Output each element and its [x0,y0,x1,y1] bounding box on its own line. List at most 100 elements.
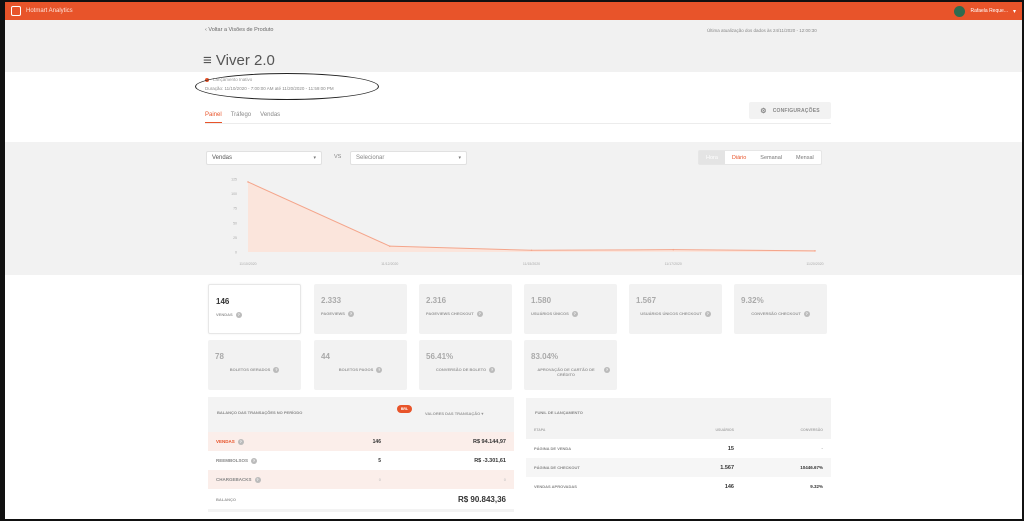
page-title: ≡ Viver 2.0 [203,52,275,69]
table-row: PÁGINA DE VENDA 15 - [526,439,831,458]
help-icon[interactable]: ? [237,438,244,445]
metric-label: CONVERSÃO DE BOLETO? [426,367,505,373]
y-tick-label: 0 [235,251,237,255]
metric-label: USUÁRIOS ÚNICOS CHECKOUT? [636,311,715,317]
tab-painel[interactable]: Painel [205,112,222,123]
metric-label-text: PAGEVIEWS CHECKOUT [426,311,474,316]
x-tick-label: 11/10/2020 [239,262,256,266]
metric-card-conversao-checkout[interactable]: 9.32% CONVERSÃO CHECKOUT? [734,284,827,334]
x-tick-label: 11/20/2020 [806,262,823,266]
balance-row-label: CHARGEBACKS? [216,476,361,483]
help-icon[interactable]: ? [604,367,610,373]
help-icon[interactable]: ? [571,311,578,317]
help-icon[interactable]: ? [347,311,354,317]
metric-label-text: PAGEVIEWS [321,311,345,316]
metric-label: BOLETOS GERADOS? [215,367,294,373]
metric-card-aprovacao-cartao[interactable]: 83.04% APROVAÇÃO DE CARTÃO DE CRÉDITO? [524,340,617,390]
help-icon[interactable]: ? [254,476,261,483]
funnel-conversion: 10446.67% [800,465,823,470]
metric-label: VENDAS? [216,312,293,318]
back-link[interactable]: ‹ Voltar a Visões de Produto [205,27,273,33]
metric-card-pageviews[interactable]: 2.333 PAGEVIEWS? [314,284,407,334]
data-point[interactable] [672,248,675,251]
metric-label-text: APROVAÇÃO DE CARTÃO DE CRÉDITO [537,367,595,377]
metric-card-boletos-pagos[interactable]: 44 BOLETOS PAGOS? [314,340,407,390]
metric-card-vendas[interactable]: 146 VENDAS? [208,284,301,334]
tab-trafego[interactable]: Tráfego [231,112,251,123]
data-point[interactable] [247,181,249,183]
settings-button-label: CONFIGURAÇÕES [772,107,820,114]
metric-card-pageviews-checkout[interactable]: 2.316 PAGEVIEWS CHECKOUT? [419,284,512,334]
tabs-divider [205,123,831,124]
header-band: ‹ Voltar a Visões de Produto Última atua… [5,20,1022,72]
tab-bar: Painel Tráfego Vendas [205,112,280,123]
y-tick-label: 25 [233,236,237,240]
sales-chart: 0 25 50 75 100 125 11/10/2020 11/12/2020 11/15/2… [231,178,824,267]
help-icon[interactable]: ? [273,367,280,373]
hand-drawn-circle [195,73,379,100]
balance-row-count: 146 [372,438,381,445]
funnel-title: FUNIL DE LANÇAMENTO [535,410,583,415]
funnel-header-row: ETAPA USUÁRIOS CONVERSÃO [526,423,831,437]
metric-value: 2.316 [426,296,447,305]
help-icon[interactable]: ? [489,367,496,373]
metric-label-text: BOLETOS PAGOS [338,367,374,372]
balance-title: BALANÇO DAS TRANSAÇÕES NO PERÍODO [217,410,303,415]
x-tick-label: 11/17/2020 [665,262,682,266]
gear-icon: ⚙ [760,107,767,115]
funnel-col-usuarios: USUÁRIOS [715,428,734,432]
funnel-step: PÁGINA DE VENDA [534,446,572,451]
balance-row-label-text: CHARGEBACKS [216,477,252,482]
help-icon[interactable]: ? [376,367,383,373]
balance-panel: BALANÇO DAS TRANSAÇÕES NO PERÍODO BRL VA… [208,397,514,512]
metric-label-text: BOLETOS GERADOS [229,367,271,372]
chevron-down-icon[interactable]: ▾ [1013,8,1016,15]
series-area [248,181,815,252]
metric-label-text: CONVERSÃO CHECKOUT [751,311,801,316]
metric-label-text: VENDAS [216,312,233,317]
x-tick-label: 11/15/2020 [523,262,540,266]
currency-badge[interactable]: BRL [397,405,412,413]
metric-value: 1.580 [531,296,552,305]
help-icon[interactable]: ? [476,311,483,317]
funnel-users: 1.567 [720,464,734,471]
balance-row-count: 0 [378,477,381,482]
metric-value: 9.32% [741,296,764,305]
balance-total-amount: R$ 90.843,36 [457,494,506,504]
funnel-col-conversao: CONVERSÃO [800,428,823,432]
help-icon[interactable]: ? [251,457,258,464]
metric-value: 83.04% [531,352,559,361]
help-icon[interactable]: ? [235,312,242,318]
funnel-users: 146 [724,483,734,490]
metric-label: PAGEVIEWS CHECKOUT? [426,311,505,317]
tab-vendas[interactable]: Vendas [260,112,280,123]
data-point[interactable] [388,245,391,247]
help-icon[interactable]: ? [803,311,810,317]
metric-label: USUÁRIOS ÚNICOS? [531,311,610,317]
app-title: Hotmart Analytics [26,8,73,14]
metric-card-conversao-boleto[interactable]: 56.41% CONVERSÃO DE BOLETO? [419,340,512,390]
metric-card-usuarios-unicos-checkout[interactable]: 1.567 USUÁRIOS ÚNICOS CHECKOUT? [629,284,722,334]
metric-card-usuarios-unicos[interactable]: 1.580 USUÁRIOS ÚNICOS? [524,284,617,334]
balance-row-label-text: VENDAS [216,439,235,444]
balance-row-amount: 0 [503,477,506,482]
transaction-values-dropdown[interactable]: VALORES DAS TRANSAÇÃO ▾ [425,411,483,416]
balance-row-count: 5 [378,457,381,464]
balance-row-amount: R$ -3.301,61 [474,457,506,464]
app-window: Hotmart Analytics Rafaela Reque... ▾ ‹ V… [5,2,1022,519]
data-point[interactable] [814,250,816,252]
y-tick-label: 75 [233,207,237,211]
back-link-label: Voltar a Visões de Produto [208,27,274,33]
user-menu[interactable]: Rafaela Reque... ▾ [954,5,1016,17]
help-icon[interactable]: ? [704,311,711,317]
chart-section: Vendas ▾ VS Selecionar ▾ Hora Diário Sem… [5,142,1022,275]
settings-button[interactable]: ⚙ CONFIGURAÇÕES [749,102,831,119]
metric-card-boletos-gerados[interactable]: 78 BOLETOS GERADOS? [208,340,301,390]
hotmart-logo-icon[interactable] [11,6,21,16]
table-row: VENDAS? 146 R$ 94.144,97 [208,432,514,451]
screenshot-frame: Hotmart Analytics Rafaela Reque... ▾ ‹ V… [0,0,1024,521]
top-bar: Hotmart Analytics Rafaela Reque... ▾ [5,2,1022,20]
data-point[interactable] [530,249,533,252]
metric-label-text: CONVERSÃO DE BOLETO [435,367,487,372]
avatar[interactable] [954,5,966,17]
